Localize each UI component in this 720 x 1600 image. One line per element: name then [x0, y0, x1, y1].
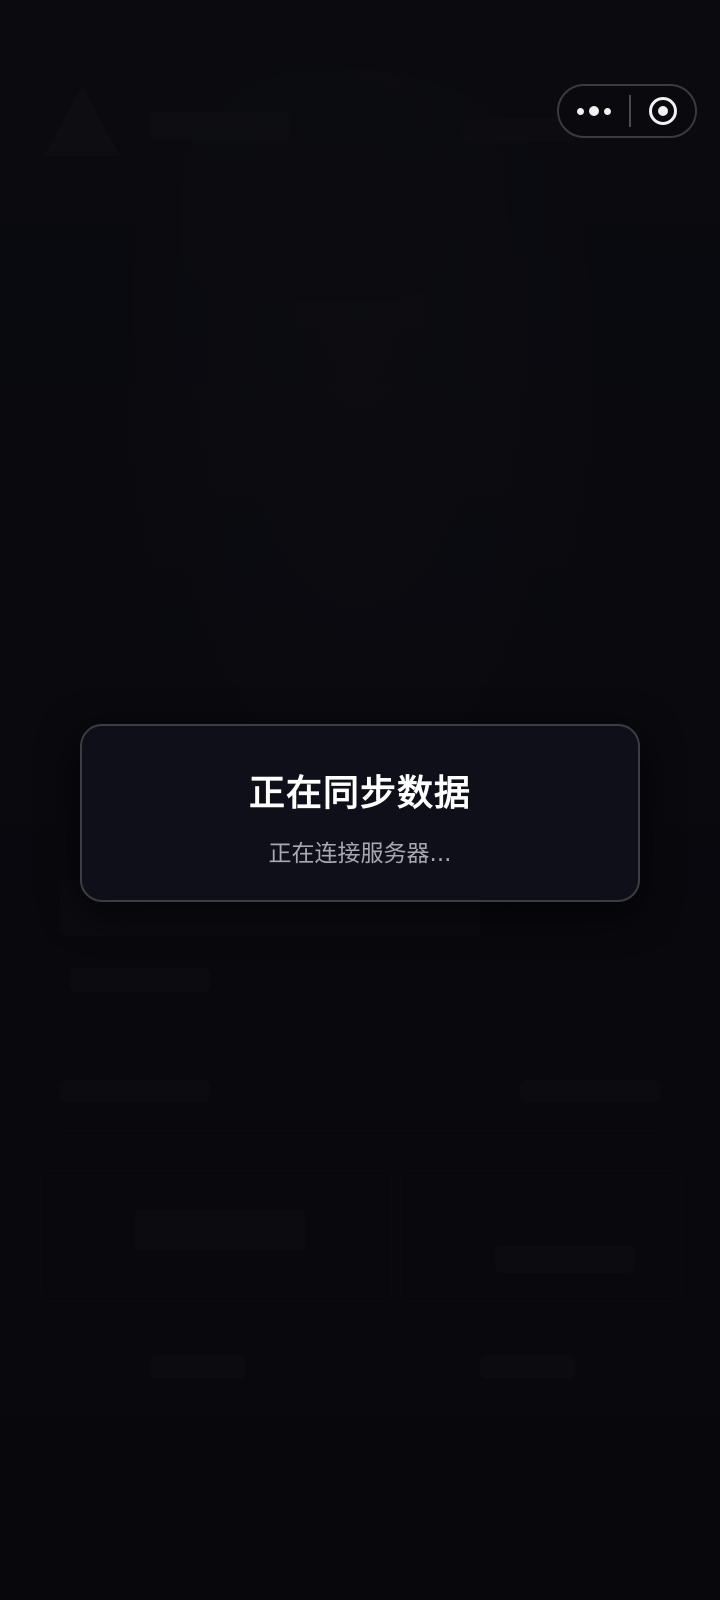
dialog-subtitle: 正在连接服务器... [268, 841, 452, 867]
sync-dialog: 正在同步数据 正在连接服务器... [80, 724, 640, 902]
app-screen: 正在同步数据 正在连接服务器... [0, 0, 720, 1600]
more-dots-icon [577, 106, 611, 116]
capsule-menu [557, 84, 697, 138]
target-circle-icon [649, 97, 677, 125]
dialog-title: 正在同步数据 [248, 773, 471, 814]
close-button[interactable] [631, 86, 695, 136]
more-button[interactable] [559, 86, 629, 136]
